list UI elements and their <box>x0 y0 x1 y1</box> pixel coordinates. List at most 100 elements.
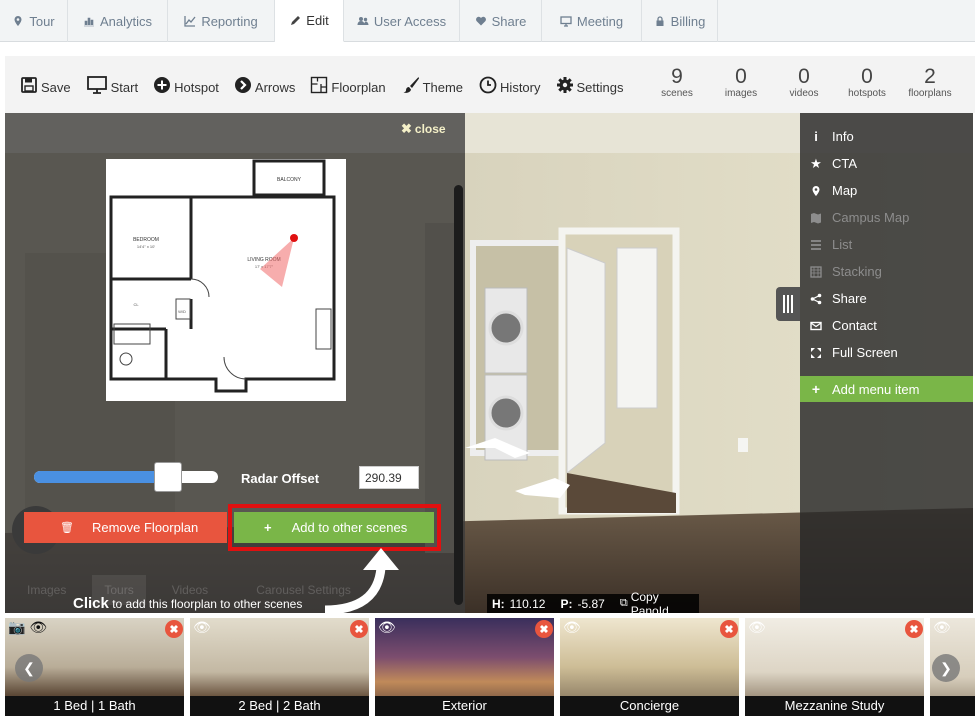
room-label-balcony: BALCONY <box>277 177 302 183</box>
stat-videos: 0 videos <box>774 65 834 100</box>
history-button[interactable]: History <box>479 56 541 113</box>
floorplan-button[interactable]: Floorplan <box>310 56 386 113</box>
view-status: H: 110.12 P: -5.87 ⧉ Copy PanoId <box>487 590 699 613</box>
panel-scrollbar[interactable] <box>454 185 463 605</box>
radar-dot[interactable] <box>290 234 298 242</box>
room-label-bedroom: BEDROOM <box>133 237 159 243</box>
remove-scene-button[interactable]: ✖ <box>720 620 738 638</box>
settings-button[interactable]: Settings <box>556 56 624 113</box>
carousel-prev-button[interactable]: ❮ <box>15 654 43 682</box>
tab-label: Reporting <box>201 13 258 29</box>
envelope-icon <box>810 321 822 330</box>
remove-scene-button[interactable]: ✖ <box>350 620 368 638</box>
users-icon <box>357 17 369 25</box>
stat-value: 0 <box>735 65 747 88</box>
add-to-other-scenes-label: Add to other scenes <box>291 520 408 535</box>
room-label-closet: CL <box>133 302 139 307</box>
eye-icon: 👁 <box>193 619 211 635</box>
scene-thumb-partial[interactable]: 👁 ❯ <box>930 618 975 716</box>
tab-label: Meeting <box>576 13 624 29</box>
start-label: Start <box>110 80 139 95</box>
radar-offset-label: Radar Offset <box>241 471 320 486</box>
remove-scene-button[interactable]: ✖ <box>165 620 183 638</box>
scene-thumb[interactable]: 👁 ✖ 2 Bed | 2 Bath <box>190 618 369 716</box>
menu-item-full-screen[interactable]: Full Screen <box>800 339 973 366</box>
scene-thumb[interactable]: 📷 👁 ✖ ❮ 1 Bed | 1 Bath <box>5 618 184 716</box>
menu-label: Map <box>832 183 858 198</box>
hint-bold: Click <box>73 595 109 612</box>
bars-icon <box>783 295 793 313</box>
scene-label-bar <box>930 696 975 716</box>
map-marker-icon <box>14 16 22 26</box>
radar-slider-handle[interactable] <box>154 462 183 492</box>
tab-user-access[interactable]: User Access <box>344 0 460 42</box>
menu-label: Contact <box>832 318 877 333</box>
menu-item-list[interactable]: List <box>800 231 973 258</box>
chevron-left-icon: ❮ <box>23 659 35 676</box>
close-icon: ✖ <box>724 623 734 636</box>
tab-edit[interactable]: Edit <box>275 0 344 42</box>
tab-billing[interactable]: Billing <box>642 0 718 42</box>
menu-item-cta[interactable]: ★ CTA <box>800 150 973 177</box>
save-button[interactable]: Save <box>20 56 71 113</box>
copy-pano-button[interactable]: ⧉ Copy PanoId <box>620 590 699 614</box>
menu-item-stacking[interactable]: Stacking <box>800 258 973 285</box>
carousel-next-button[interactable]: ❯ <box>932 654 960 682</box>
stat-floorplans: 2 floorplans <box>900 66 960 100</box>
radar-slider[interactable] <box>34 462 218 492</box>
menu-item-map[interactable]: Map <box>800 177 973 204</box>
floorplan-image[interactable]: BALCONY BEDROOM 14'4" x 10' LIVING ROOM … <box>106 159 346 401</box>
tab-share[interactable]: Share <box>460 0 542 42</box>
add-menu-item-button[interactable]: + Add menu item <box>800 376 973 402</box>
tab-reporting[interactable]: Reporting <box>168 0 275 42</box>
radar-slider-fill <box>34 471 169 483</box>
paintbrush-icon <box>403 76 419 93</box>
menu-label: Campus Map <box>832 210 910 225</box>
remove-scene-button[interactable]: ✖ <box>535 620 553 638</box>
stat-value: 0 <box>798 65 810 88</box>
menu-item-info[interactable]: i Info <box>800 123 973 150</box>
pano-viewer[interactable]: ✖ close BALCONY BEDROOM 14'4" x 10' LIVI… <box>5 113 973 613</box>
monitor-icon <box>86 75 107 94</box>
bg-tab-images: Images <box>27 583 67 597</box>
info-icon: i <box>814 129 818 144</box>
settings-label: Settings <box>576 80 624 95</box>
close-button[interactable]: ✖ close <box>401 121 446 137</box>
remove-floorplan-button[interactable]: 🗑 Remove Floorplan <box>24 512 227 543</box>
remove-scene-button[interactable]: ✖ <box>905 620 923 638</box>
menu-item-share[interactable]: Share <box>800 285 973 312</box>
share-icon <box>810 293 822 304</box>
add-menu-item-label: Add menu item <box>832 381 920 397</box>
scene-label: Mezzanine Study <box>745 696 924 716</box>
room-dim-bedroom: 14'4" x 10' <box>137 244 156 249</box>
tab-label: Tour <box>29 13 55 29</box>
scene-thumb[interactable]: 👁 ✖ Exterior <box>375 618 554 716</box>
radar-offset-input[interactable] <box>359 466 419 489</box>
pencil-icon <box>291 15 301 25</box>
tab-analytics[interactable]: Analytics <box>68 0 168 42</box>
menu-item-contact[interactable]: Contact <box>800 312 973 339</box>
hotspot-button[interactable]: Hotspot <box>153 56 219 113</box>
add-to-other-scenes-button[interactable]: + Add to other scenes <box>234 512 434 543</box>
scene-thumb[interactable]: 👁 ✖ Concierge <box>560 618 739 716</box>
plus-icon: + <box>811 381 821 397</box>
close-icon: ✖ <box>909 623 919 636</box>
menu-toggle-button[interactable] <box>776 287 800 321</box>
scene-label: Exterior <box>375 696 554 716</box>
menu-label: CTA <box>832 156 858 171</box>
eye-icon: 👁 <box>378 619 396 635</box>
floorplan-icon <box>311 76 328 93</box>
line-chart-icon <box>184 16 196 27</box>
arrows-button[interactable]: Arrows <box>234 56 295 113</box>
scene-thumb[interactable]: 👁 ✖ Mezzanine Study <box>745 618 924 716</box>
theme-button[interactable]: Theme <box>402 56 463 113</box>
arrows-label: Arrows <box>254 80 296 95</box>
map-icon <box>811 212 821 223</box>
tab-tour[interactable]: Tour <box>0 0 68 42</box>
h-value: 110.12 <box>509 596 546 611</box>
menu-item-campus-map[interactable]: Campus Map <box>800 204 973 231</box>
floorplan-panel: ✖ close BALCONY BEDROOM 14'4" x 10' LIVI… <box>5 113 465 613</box>
tab-meeting[interactable]: Meeting <box>542 0 642 42</box>
map-marker-icon <box>812 185 820 196</box>
start-button[interactable]: Start <box>86 56 138 113</box>
